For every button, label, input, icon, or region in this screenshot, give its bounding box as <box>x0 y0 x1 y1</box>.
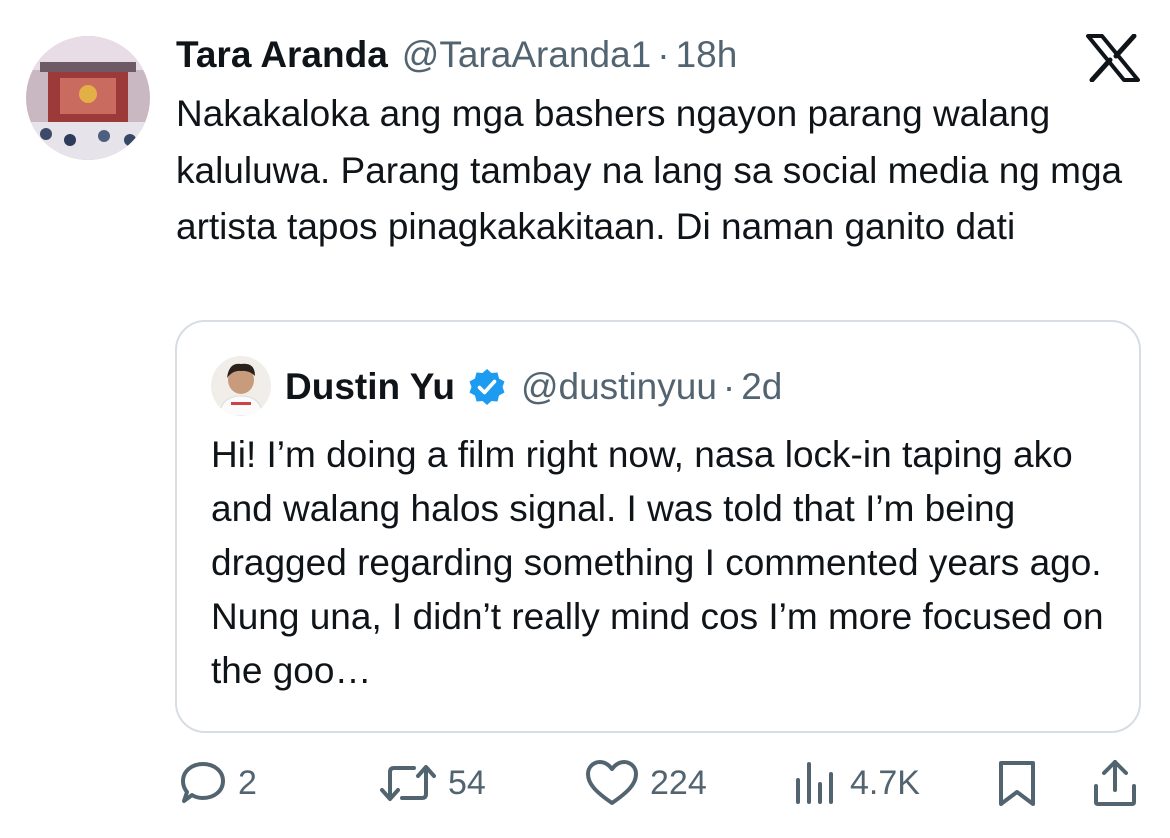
header-separator: · <box>657 34 670 75</box>
quoted-header-separator: · <box>722 366 736 407</box>
bar-chart-icon <box>796 762 833 804</box>
share-button[interactable] <box>1090 755 1140 811</box>
quoted-tweet-header: Dustin Yu @dustinyuu · 2d <box>285 362 782 412</box>
verified-badge-icon <box>469 369 505 405</box>
tweet-text: Nakakaloka ang mga bashers ngayon parang… <box>176 93 1123 247</box>
repost-arrows-icon <box>380 765 436 801</box>
author-handle[interactable]: @TaraAranda1 <box>402 34 651 76</box>
repost-count: 54 <box>448 763 486 802</box>
bookmark-icon <box>999 761 1035 806</box>
quoted-tweet-text: Hi! I’m doing a film right now, nasa loc… <box>211 434 1104 691</box>
views-count: 4.7K <box>850 763 920 802</box>
heart-icon <box>586 760 638 805</box>
reply-bubble-icon <box>181 762 225 803</box>
reply-count: 2 <box>238 763 257 802</box>
quoted-tweet-card[interactable]: Dustin Yu @dustinyuu · 2d Hi! I’m doing … <box>175 320 1141 733</box>
author-name[interactable]: Tara Aranda <box>176 34 388 76</box>
author-avatar[interactable] <box>26 36 150 160</box>
tweet-header: Tara Aranda @TaraAranda1 · 18h <box>176 30 737 80</box>
repost-button[interactable]: 54 <box>378 755 486 811</box>
like-button[interactable]: 224 <box>584 755 707 811</box>
quoted-timestamp[interactable]: 2d <box>741 366 782 408</box>
x-logo-icon <box>1086 33 1140 83</box>
like-count: 224 <box>650 763 707 802</box>
bookmark-button[interactable] <box>994 755 1040 811</box>
action-bar: 2 54 224 4.7K <box>0 755 1170 815</box>
share-upload-icon <box>1094 760 1136 806</box>
quoted-author-avatar[interactable] <box>211 356 271 416</box>
views-button[interactable]: 4.7K <box>790 755 920 811</box>
tweet-timestamp[interactable]: 18h <box>676 34 738 76</box>
reply-button[interactable]: 2 <box>178 755 257 811</box>
quoted-author-name[interactable]: Dustin Yu <box>285 366 455 408</box>
quoted-author-handle[interactable]: @dustinyuu <box>521 366 717 408</box>
